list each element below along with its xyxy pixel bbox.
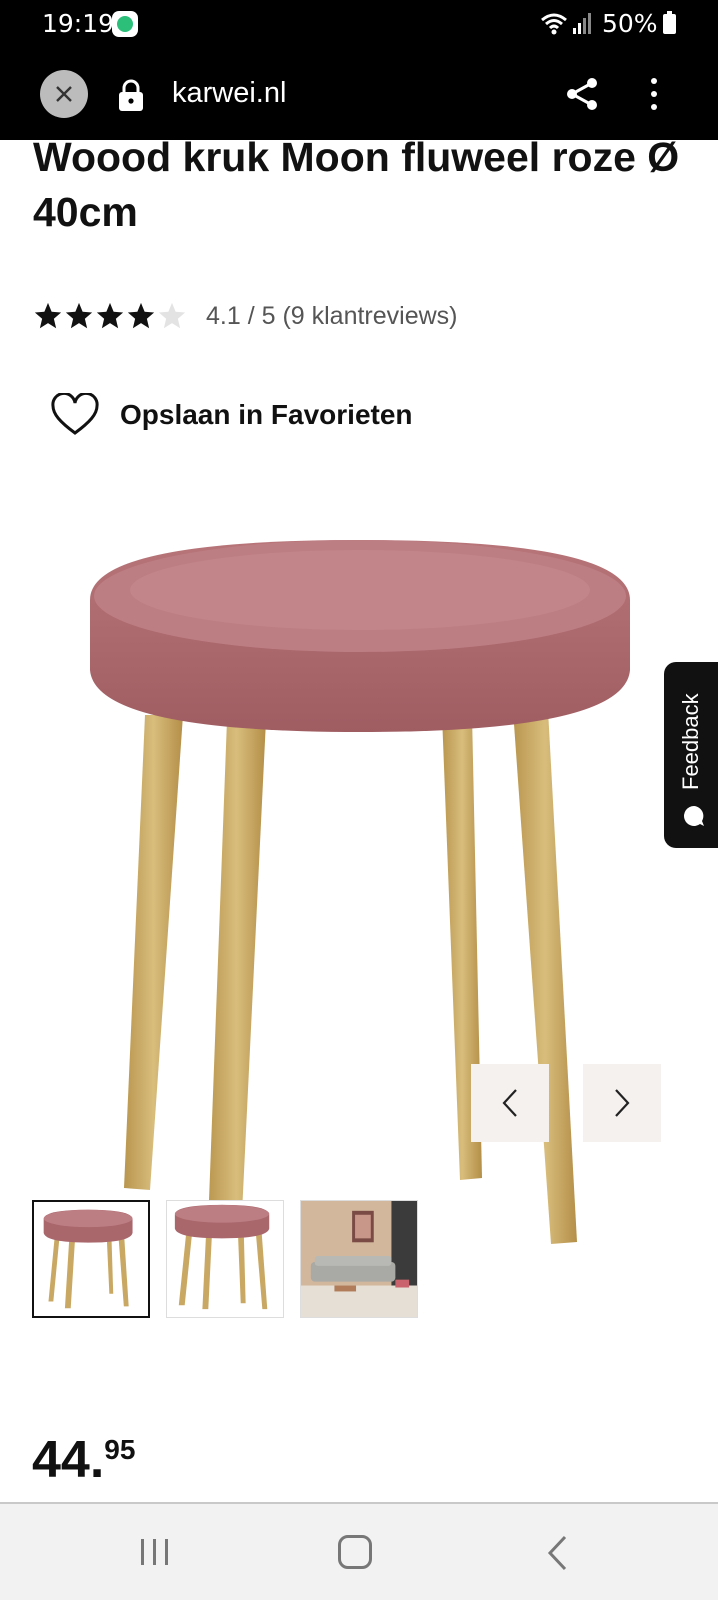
previous-image-button[interactable] (471, 1064, 549, 1142)
product-rating[interactable]: 4.1 / 5 (9 klantreviews) (33, 296, 458, 336)
star-filled-icon (96, 302, 124, 329)
wifi-icon (541, 13, 567, 35)
system-navigation-bar (0, 1502, 718, 1600)
stool-thumbnail-image (174, 1204, 270, 1310)
url-text[interactable]: karwei.nl (172, 77, 286, 110)
price-cents: 95 (104, 1434, 136, 1465)
close-tab-button[interactable] (40, 70, 88, 118)
share-icon[interactable] (565, 76, 599, 112)
status-bar: 19:19 50% (0, 0, 718, 46)
recents-icon[interactable] (138, 1536, 172, 1568)
signal-icon (573, 13, 591, 34)
battery-icon (663, 11, 676, 34)
price-whole: 44. (32, 1431, 105, 1489)
star-filled-icon (34, 302, 62, 329)
image-thumbnails (32, 1200, 434, 1318)
feedback-tab[interactable]: Feedback (664, 662, 718, 848)
thumbnail-3[interactable] (300, 1200, 418, 1318)
home-icon[interactable] (338, 1535, 372, 1569)
browser-toolbar: karwei.nl (0, 46, 718, 140)
star-filled-icon (65, 302, 93, 329)
product-main-image[interactable] (80, 510, 640, 1280)
rating-stars (33, 301, 188, 331)
thumbnail-1[interactable] (32, 1200, 150, 1318)
back-icon[interactable] (545, 1534, 569, 1572)
close-icon (56, 86, 72, 102)
chevron-left-icon (502, 1089, 517, 1117)
product-page: Woood kruk Moon fluweel roze Ø 40cm 4.1 … (0, 140, 718, 1502)
status-time: 19:19 (42, 9, 115, 38)
more-options-icon[interactable] (640, 76, 668, 112)
rating-summary[interactable]: 4.1 / 5 (9 klantreviews) (206, 302, 458, 331)
stool-thumbnail-image (43, 1209, 133, 1309)
star-empty-icon (158, 302, 186, 329)
next-image-button[interactable] (583, 1064, 661, 1142)
battery-percentage: 50% (602, 9, 658, 38)
product-price: 44.95 (32, 1430, 135, 1490)
app-notification-icon (112, 11, 138, 37)
product-title: Woood kruk Moon fluweel roze Ø 40cm (33, 140, 680, 235)
lock-icon (119, 79, 143, 111)
star-filled-icon (127, 302, 155, 329)
chat-bubble-icon (684, 806, 704, 826)
heart-icon (51, 393, 99, 435)
thumbnail-2[interactable] (166, 1200, 284, 1318)
feedback-label: Feedback (678, 693, 703, 790)
favorite-label: Opslaan in Favorieten (120, 399, 413, 430)
save-favorite-button[interactable]: Opslaan in Favorieten (50, 392, 413, 438)
room-scene-thumbnail-image (301, 1201, 417, 1317)
chevron-right-icon (615, 1089, 630, 1117)
